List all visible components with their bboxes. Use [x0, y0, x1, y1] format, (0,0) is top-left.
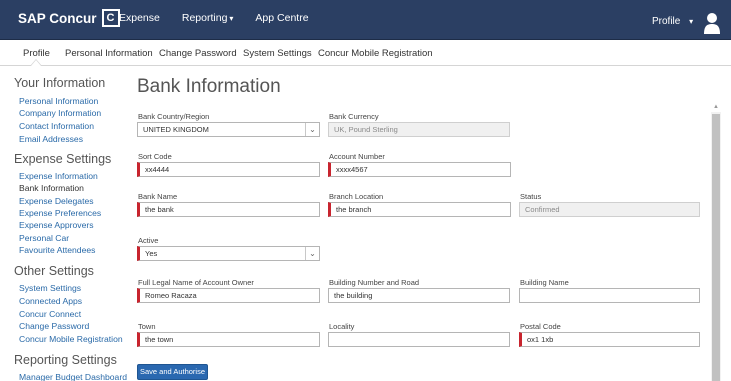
building-name-label: Building Name: [520, 278, 569, 287]
status-field: Confirmed: [519, 202, 700, 217]
sidebar-item-concur-connect[interactable]: Concur Connect: [19, 309, 81, 319]
town-label: Town: [138, 322, 156, 331]
sidebar-item-contact-information[interactable]: Contact Information: [19, 121, 94, 131]
tab-change-password[interactable]: Change Password: [159, 48, 237, 59]
user-avatar-icon[interactable]: [704, 12, 720, 34]
tab-concur-mobile-registration[interactable]: Concur Mobile Registration: [318, 48, 433, 59]
tab-profile[interactable]: Profile: [23, 48, 50, 59]
profile-label: Profile: [652, 16, 681, 27]
sidebar-item-personal-information[interactable]: Personal Information: [19, 96, 98, 106]
branch-location-input[interactable]: the branch: [328, 202, 511, 217]
scrollbar-thumb[interactable]: [712, 114, 720, 381]
account-number-input[interactable]: xxxx4567: [328, 162, 511, 177]
save-and-authorise-button[interactable]: Save and Authorise: [137, 364, 208, 380]
sidebar-item-concur-mobile-registration[interactable]: Concur Mobile Registration: [19, 334, 123, 344]
tab-personal-information[interactable]: Personal Information: [65, 48, 153, 59]
concur-c-logo-mark: C: [101, 9, 120, 27]
status-label: Status: [520, 192, 542, 201]
vertical-scrollbar[interactable]: ▲: [711, 104, 721, 381]
scroll-up-arrow-icon[interactable]: ▲: [711, 104, 721, 112]
building-name-input[interactable]: [519, 288, 700, 303]
active-label: Active: [138, 236, 159, 245]
active-value: Yes: [145, 249, 158, 258]
sidebar-heading-your-information: Your Information: [14, 76, 106, 90]
active-tab-pointer: [30, 59, 42, 66]
nav-reporting[interactable]: Reporting ▾: [182, 12, 234, 24]
town-input[interactable]: the town: [137, 332, 320, 347]
chevron-down-icon: ▾: [229, 14, 234, 23]
profile-subtabs: Profile Personal Information Change Pass…: [0, 40, 731, 66]
nav-app-centre-label: App Centre: [255, 12, 309, 24]
bank-currency-field: UK, Pound Sterling: [328, 122, 510, 137]
sidebar-item-expense-approvers[interactable]: Expense Approvers: [19, 220, 94, 230]
sidebar-heading-reporting-settings: Reporting Settings: [14, 353, 117, 367]
full-legal-name-label: Full Legal Name of Account Owner: [138, 278, 254, 287]
postal-code-label: Postal Code: [520, 322, 561, 331]
sort-code-input[interactable]: xx4444: [137, 162, 320, 177]
sidebar-item-manager-budget-dashboard[interactable]: Manager Budget Dashboard: [19, 372, 127, 381]
sidebar-item-expense-preferences[interactable]: Expense Preferences: [19, 208, 101, 218]
bank-country-label: Bank Country/Region: [138, 112, 210, 121]
sidebar-item-email-addresses[interactable]: Email Addresses: [19, 134, 83, 144]
nav-app-centre[interactable]: App Centre: [255, 12, 308, 24]
sidebar-item-expense-information[interactable]: Expense Information: [19, 171, 98, 181]
sidebar-item-change-password[interactable]: Change Password: [19, 321, 89, 331]
sidebar-item-system-settings[interactable]: System Settings: [19, 283, 81, 293]
nav-expense[interactable]: Expense: [119, 12, 160, 24]
sort-code-label: Sort Code: [138, 152, 172, 161]
bank-country-value: UNITED KINGDOM: [143, 125, 209, 134]
sidebar-item-favourite-attendees[interactable]: Favourite Attendees: [19, 245, 95, 255]
sidebar-heading-other-settings: Other Settings: [14, 264, 94, 278]
sidebar-item-bank-information[interactable]: Bank Information: [19, 183, 84, 193]
bank-name-label: Bank Name: [138, 192, 178, 201]
locality-label: Locality: [329, 322, 355, 331]
nav-reporting-label: Reporting: [181, 12, 228, 24]
postal-code-input[interactable]: ox1 1xb: [519, 332, 700, 347]
chevron-down-icon: ⌄: [305, 123, 319, 136]
chevron-down-icon: ▾: [689, 17, 694, 26]
locality-input[interactable]: [328, 332, 510, 347]
bank-name-input[interactable]: the bank: [137, 202, 320, 217]
branch-location-label: Branch Location: [329, 192, 384, 201]
settings-sidebar: Your Information Personal Information Co…: [0, 67, 127, 381]
active-select[interactable]: Yes ⌄: [137, 246, 320, 261]
nav-expense-label: Expense: [119, 12, 160, 24]
page-title: Bank Information: [137, 76, 281, 97]
sidebar-item-connected-apps[interactable]: Connected Apps: [19, 296, 82, 306]
full-legal-name-input[interactable]: Romeo Racaza: [137, 288, 320, 303]
brand-text: SAP Concur: [18, 10, 97, 26]
account-number-label: Account Number: [329, 152, 385, 161]
sap-concur-logo[interactable]: SAP Concur C: [18, 9, 120, 27]
profile-menu[interactable]: Profile ▾: [652, 16, 693, 27]
bank-country-select[interactable]: UNITED KINGDOM ⌄: [137, 122, 320, 137]
bank-currency-label: Bank Currency: [329, 112, 379, 121]
sidebar-heading-expense-settings: Expense Settings: [14, 152, 112, 166]
building-number-road-label: Building Number and Road: [329, 278, 420, 287]
chevron-down-icon: ⌄: [305, 247, 319, 260]
top-navigation-bar: SAP Concur C Expense Reporting ▾ App Cent…: [0, 0, 731, 40]
sidebar-item-personal-car[interactable]: Personal Car: [19, 233, 69, 243]
building-number-road-input[interactable]: the building: [328, 288, 510, 303]
main-menu: Expense Reporting ▾ App Centre: [119, 12, 331, 24]
tab-system-settings[interactable]: System Settings: [243, 48, 312, 59]
sidebar-item-company-information[interactable]: Company Information: [19, 108, 101, 118]
sidebar-item-expense-delegates[interactable]: Expense Delegates: [19, 196, 94, 206]
